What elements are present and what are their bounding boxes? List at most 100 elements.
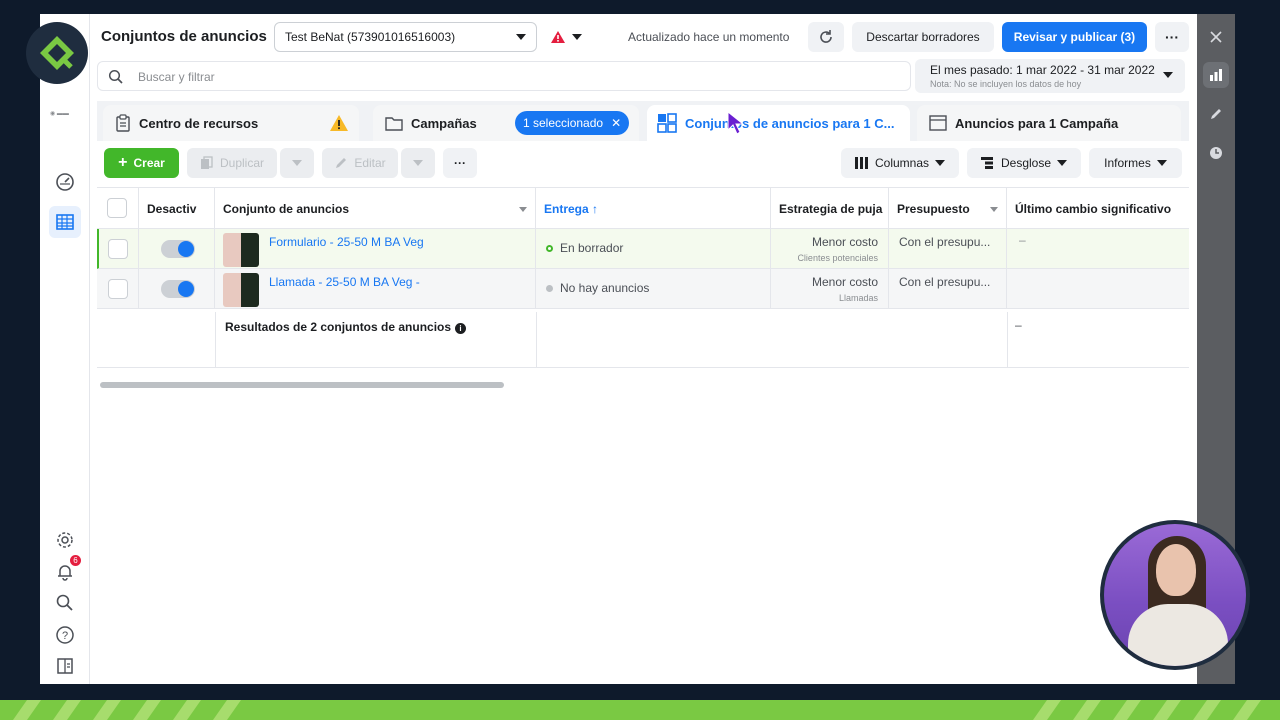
refresh-icon bbox=[820, 30, 832, 43]
account-selector[interactable]: Test BeNat (573901016516003) bbox=[274, 22, 537, 52]
col-last-change-header[interactable]: Último cambio significativo bbox=[1007, 188, 1189, 230]
edit-label: Editar bbox=[354, 156, 386, 170]
duplicate-button[interactable]: Duplicar bbox=[187, 148, 277, 178]
select-all-checkbox[interactable] bbox=[107, 198, 127, 218]
pencil-icon[interactable] bbox=[1203, 101, 1229, 127]
bid-objective: Clientes potenciales bbox=[797, 253, 878, 263]
row-budget-cell: Con el presupu... bbox=[889, 229, 1007, 269]
selection-chip-label: 1 seleccionado bbox=[523, 116, 604, 130]
col-toggle-header[interactable]: Desactiv bbox=[139, 188, 215, 230]
create-label: Crear bbox=[133, 156, 165, 170]
row-checkbox[interactable] bbox=[108, 279, 128, 299]
reports-label: Informes bbox=[1104, 156, 1151, 170]
chevron-down-icon bbox=[1156, 160, 1167, 166]
last-change-value: – bbox=[1019, 233, 1026, 247]
bid-strategy: Menor costo bbox=[811, 235, 878, 249]
row-toggle-cell bbox=[139, 229, 215, 269]
notification-count-badge: 6 bbox=[70, 555, 81, 566]
adset-name-link[interactable]: Formulario - 25-50 M BA Veg bbox=[269, 235, 424, 249]
col-budget-header[interactable]: Presupuesto bbox=[889, 188, 1007, 230]
tab-label: Conjuntos de anuncios para 1 C... bbox=[685, 115, 895, 131]
chevron-down-icon bbox=[572, 34, 582, 40]
search-icon bbox=[108, 69, 123, 84]
row-delivery-cell: No hay anuncios bbox=[536, 269, 771, 309]
history-clock-icon[interactable] bbox=[1203, 140, 1229, 166]
breakdown-button[interactable]: Desglose bbox=[967, 148, 1081, 178]
results-summary-row: Resultados de 2 conjuntos de anuncios i – bbox=[97, 312, 1189, 368]
info-icon[interactable]: i bbox=[455, 323, 467, 334]
chevron-down-icon bbox=[292, 160, 302, 166]
tab-resource-center[interactable]: Centro de recursos bbox=[103, 105, 359, 141]
bid-strategy: Menor costo bbox=[811, 275, 878, 289]
review-publish-button[interactable]: Revisar y publicar (3) bbox=[1002, 22, 1147, 52]
search-filter-input[interactable]: Buscar y filtrar bbox=[97, 61, 911, 91]
row-delivery-cell: En borrador bbox=[536, 229, 771, 269]
presenter-video bbox=[1104, 524, 1246, 666]
tab-ad-sets[interactable]: Conjuntos de anuncios para 1 C... bbox=[647, 105, 910, 141]
presenter-body bbox=[1128, 604, 1228, 666]
tab-label: Campañas bbox=[411, 115, 477, 131]
more-dots-icon: ··· bbox=[454, 156, 466, 170]
duplicate-label: Duplicar bbox=[219, 156, 264, 170]
settings-gear-icon[interactable] bbox=[52, 527, 78, 553]
tab-ads[interactable]: Anuncios para 1 Campaña bbox=[917, 105, 1181, 141]
table-header: Desactiv Conjunto de anuncios Entrega ↑ … bbox=[97, 187, 1189, 230]
create-button[interactable]: + Crear bbox=[104, 148, 179, 178]
ad-window-icon bbox=[929, 115, 947, 131]
help-icon[interactable]: ? bbox=[52, 622, 78, 648]
date-range-selector[interactable]: El mes pasado: 1 mar 2022 - 31 mar 2022 … bbox=[915, 59, 1185, 93]
row-checkbox[interactable] bbox=[108, 239, 128, 259]
dashboard-gauge-icon[interactable] bbox=[52, 169, 78, 195]
col-name-header[interactable]: Conjunto de anuncios bbox=[215, 188, 536, 230]
edit-dropdown[interactable] bbox=[401, 148, 435, 178]
more-actions-button[interactable]: ··· bbox=[443, 148, 477, 178]
page-title: Conjuntos de anuncios bbox=[101, 28, 267, 45]
more-options-button[interactable]: ··· bbox=[1155, 22, 1189, 52]
date-range-label: El mes pasado: 1 mar 2022 - 31 mar 2022 bbox=[930, 63, 1155, 77]
campaigns-table-icon[interactable] bbox=[49, 206, 81, 238]
chevron-down-icon bbox=[1057, 160, 1068, 166]
search-icon[interactable] bbox=[52, 590, 78, 616]
breakdown-icon bbox=[980, 157, 993, 169]
table-row[interactable]: Formulario - 25-50 M BA Veg En borrador … bbox=[97, 229, 1189, 269]
close-icon[interactable] bbox=[1203, 24, 1229, 50]
budget-value: Con el presupu... bbox=[899, 235, 991, 249]
row-bid-cell: Menor costo Llamadas bbox=[771, 269, 889, 309]
folder-icon bbox=[385, 117, 403, 131]
row-select-cell bbox=[99, 229, 139, 269]
close-icon[interactable]: ✕ bbox=[611, 116, 621, 130]
row-last-change-cell bbox=[1007, 269, 1189, 309]
errors-dropdown[interactable] bbox=[550, 26, 590, 48]
adset-name-link[interactable]: Llamada - 25-50 M BA Veg - bbox=[269, 275, 420, 289]
tab-label: Anuncios para 1 Campaña bbox=[955, 115, 1119, 131]
delivery-status: No hay anuncios bbox=[560, 281, 650, 295]
selection-chip[interactable]: 1 seleccionado ✕ bbox=[515, 111, 629, 135]
toolbar: + Crear Duplicar Editar ··· Columnas Des… bbox=[97, 141, 1189, 187]
sort-chevron-icon bbox=[519, 207, 527, 212]
updated-status: Actualizado hace un momento bbox=[628, 30, 790, 44]
discard-drafts-button[interactable]: Descartar borradores bbox=[852, 22, 994, 52]
warning-triangle-icon bbox=[330, 115, 348, 131]
toggle-knob bbox=[178, 241, 194, 257]
tab-label: Centro de recursos bbox=[139, 115, 259, 131]
delivery-toggle[interactable] bbox=[161, 240, 195, 258]
edit-button[interactable]: Editar bbox=[322, 148, 398, 178]
chevron-down-icon bbox=[516, 34, 526, 40]
duplicate-dropdown[interactable] bbox=[280, 148, 314, 178]
reports-button[interactable]: Informes bbox=[1089, 148, 1182, 178]
chart-bar-icon[interactable] bbox=[1203, 62, 1229, 88]
delivery-toggle[interactable] bbox=[161, 280, 195, 298]
divider bbox=[536, 312, 537, 368]
refresh-button[interactable] bbox=[808, 22, 844, 52]
horizontal-scrollbar[interactable] bbox=[100, 382, 504, 388]
report-panel-icon[interactable] bbox=[52, 653, 78, 679]
notifications-bell-icon[interactable]: 6 bbox=[52, 555, 81, 585]
col-delivery-header[interactable]: Entrega ↑ bbox=[536, 188, 771, 230]
columns-button[interactable]: Columnas bbox=[841, 148, 959, 178]
ad-thumbnail bbox=[223, 233, 259, 267]
warning-triangle-icon bbox=[551, 31, 565, 43]
table-row[interactable]: Llamada - 25-50 M BA Veg - No hay anunci… bbox=[97, 269, 1189, 309]
row-name-cell: Llamada - 25-50 M BA Veg - bbox=[215, 269, 536, 309]
ad-thumbnail bbox=[223, 273, 259, 307]
col-bid-header[interactable]: Estrategia de puja bbox=[771, 188, 889, 230]
